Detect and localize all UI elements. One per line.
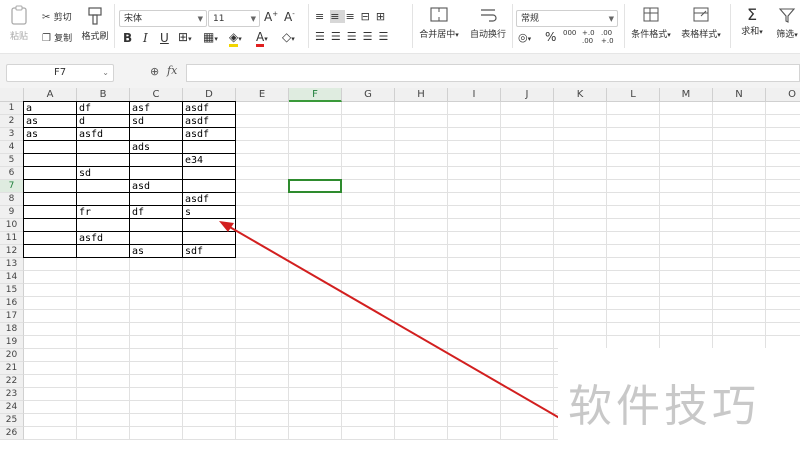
arrow-head-icon — [219, 221, 234, 232]
watermark: 软件技巧 — [558, 348, 800, 462]
watermark-text: 软件技巧 — [568, 381, 760, 432]
annotation-arrow — [227, 225, 564, 421]
